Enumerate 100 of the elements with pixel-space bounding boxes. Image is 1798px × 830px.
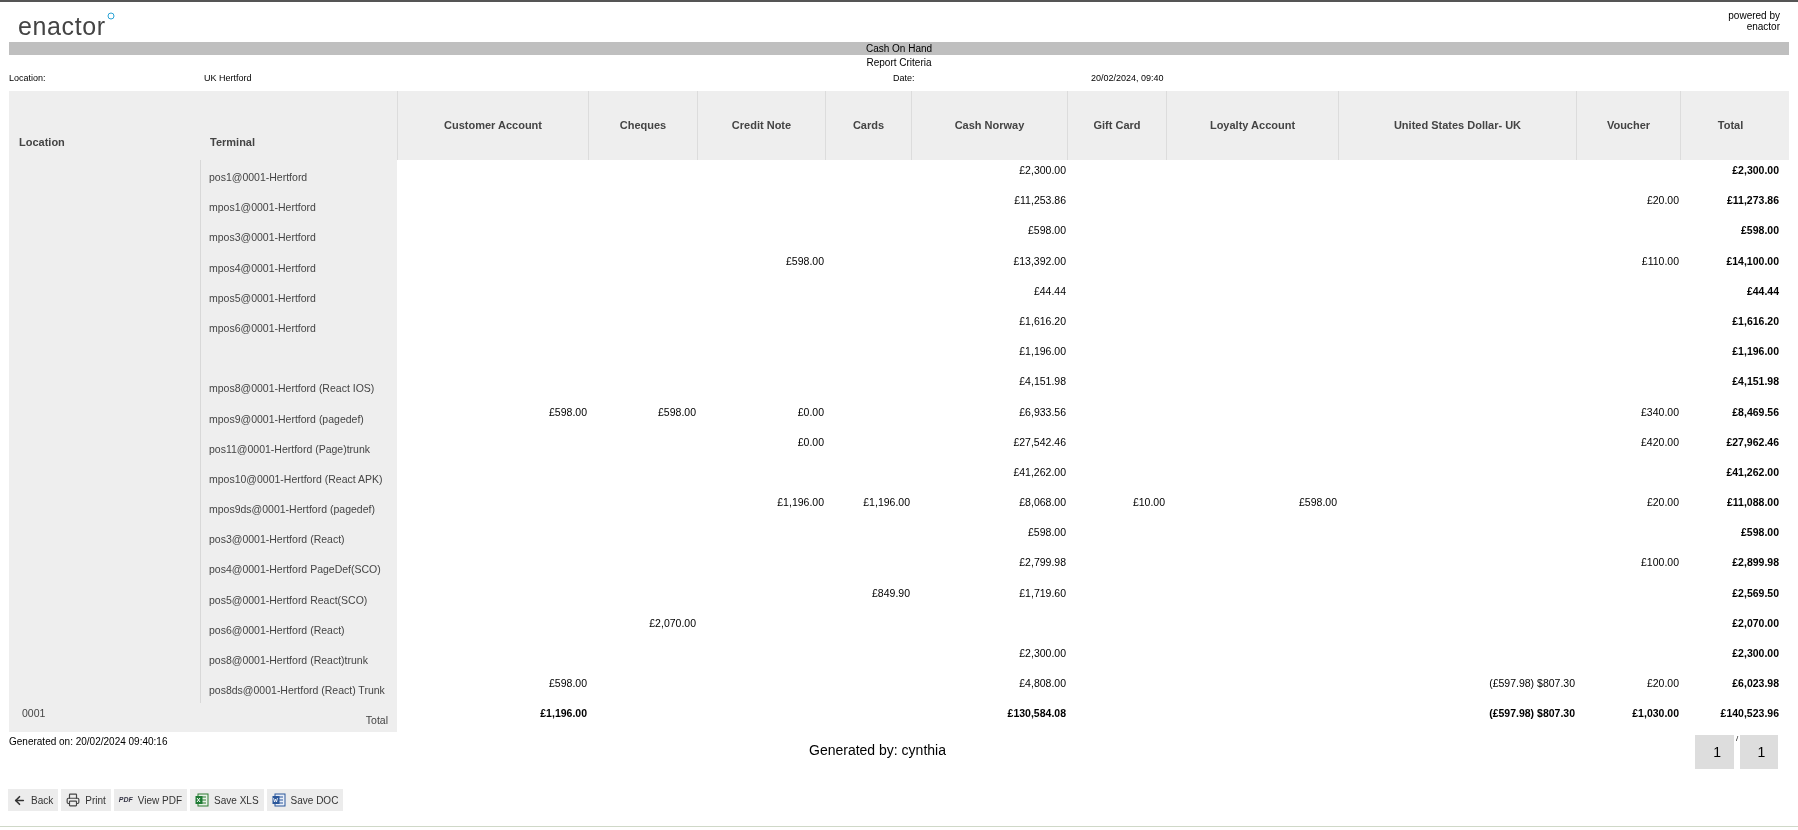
- powered-by-text: powered by: [1728, 10, 1780, 21]
- amount-cell: £41,262.00: [1726, 465, 1779, 478]
- amount-cell: £1,616.20: [1732, 314, 1779, 327]
- column-header: Cards: [825, 91, 911, 160]
- amount-cell: £27,962.46: [1726, 435, 1779, 448]
- amount-cell: £2,070.00: [649, 616, 696, 629]
- amount-cell: (£597.98) $807.30: [1489, 677, 1575, 690]
- amount-cell: £340.00: [1641, 405, 1679, 418]
- terminal-name: pos8ds@0001-Hertford (React) Trunk: [209, 684, 385, 697]
- amount-cell: £11,088.00: [1727, 496, 1779, 509]
- terminal-name: mpos8@0001-Hertford (React IOS): [209, 382, 375, 395]
- page-separator: /: [1735, 735, 1740, 744]
- amount-cell: £110.00: [1641, 254, 1679, 267]
- terminal-name: pos3@0001-Hertford (React): [209, 533, 345, 546]
- column-header: Cheques: [588, 91, 697, 160]
- amount-cell: £4,151.98: [1019, 375, 1066, 388]
- criteria-label: Location:: [9, 72, 47, 86]
- report-subtitle: Report Criteria: [866, 56, 932, 70]
- column-header: Gift Card: [1067, 91, 1166, 160]
- criteria-value: 20/02/2024, 09:40: [1091, 72, 1164, 86]
- amount-cell: £4,151.98: [1732, 375, 1779, 388]
- spreadsheet-icon: [195, 793, 210, 808]
- amount-cell: £2,799.98: [1019, 556, 1066, 569]
- terminal-name: mpos1@0001-Hertford: [209, 201, 316, 214]
- criteria-label: Date:: [893, 72, 916, 86]
- report-title: Cash On Hand: [865, 43, 933, 54]
- terminal-name: pos11@0001-Hertford (Page)trunk: [209, 442, 371, 455]
- amount-cell: £598.00: [549, 677, 587, 690]
- column-header: United States Dollar- UK: [1338, 91, 1576, 160]
- total-amount: £1,196.00: [540, 707, 587, 720]
- amount-cell: £6,023.98: [1732, 677, 1779, 690]
- column-header: Terminal: [209, 134, 257, 150]
- amount-cell: £849.90: [872, 586, 910, 599]
- toolbar-button[interactable]: Save DOC: [266, 789, 344, 812]
- amount-cell: £598.00: [658, 405, 696, 418]
- amount-cell: £2,899.98: [1732, 556, 1779, 569]
- location-code: 0001: [22, 707, 46, 720]
- amount-cell: £10.00: [1132, 496, 1165, 509]
- amount-cell: £8,469.56: [1732, 405, 1779, 418]
- terminal-name: mpos5@0001-Hertford: [209, 291, 316, 304]
- column-header: Customer Account: [397, 91, 588, 160]
- amount-cell: £420.00: [1641, 435, 1679, 448]
- amount-cell: £27,542.46: [1013, 435, 1066, 448]
- amount-cell: £2,300.00: [1019, 647, 1066, 659]
- total-pages: 1: [1740, 735, 1779, 770]
- generated-on-text: Generated on: 20/02/2024 09:40:16: [9, 735, 169, 750]
- amount-cell: £1,616.20: [1019, 314, 1066, 327]
- amount-cell: £44.44: [1746, 284, 1779, 297]
- amount-cell: £20.00: [1646, 677, 1679, 690]
- column-header: Total: [1680, 91, 1780, 160]
- criteria-value: UK Hertford: [204, 72, 252, 86]
- column-header: Loyalty Account: [1166, 91, 1338, 160]
- amount-cell: £100.00: [1641, 556, 1679, 569]
- terminal-name: pos8@0001-Hertford (React)trunk: [209, 654, 368, 666]
- amount-cell: £41,262.00: [1013, 465, 1066, 478]
- amount-cell: £598.00: [1299, 496, 1337, 509]
- amount-cell: £44.44: [1033, 284, 1066, 297]
- toolbar-button[interactable]: Print: [61, 789, 111, 812]
- back-arrow-icon: [13, 793, 26, 807]
- terminal-name: pos5@0001-Hertford React(SCO): [209, 593, 368, 606]
- amount-cell: £2,300.00: [1732, 164, 1779, 176]
- amount-cell: £1,196.00: [777, 496, 824, 509]
- amount-cell: £0.00: [797, 435, 824, 448]
- toolbar-button[interactable]: Save XLS: [190, 789, 264, 812]
- amount-cell: £0.00: [797, 405, 824, 418]
- amount-cell: £14,100.00: [1726, 254, 1779, 267]
- terminal-name: mpos4@0001-Hertford: [209, 261, 316, 274]
- powered-by-text: enactor: [1746, 21, 1780, 32]
- generated-by-text: Generated by: cynthia: [809, 741, 947, 761]
- amount-cell: £598.00: [1028, 526, 1066, 539]
- amount-cell: £2,300.00: [1732, 647, 1779, 659]
- terminal-name: pos4@0001-Hertford PageDef(SCO): [209, 563, 381, 576]
- toolbar-button[interactable]: Back: [8, 789, 59, 812]
- terminal-name: pos6@0001-Hertford (React): [209, 623, 345, 636]
- terminal-name: pos1@0001-Hertford: [209, 171, 308, 183]
- amount-cell: £1,196.00: [863, 496, 910, 509]
- terminal-name: mpos10@0001-Hertford (React APK): [209, 472, 383, 485]
- amount-cell: £13,392.00: [1013, 254, 1066, 267]
- total-amount: £130,584.08: [1007, 707, 1066, 720]
- amount-cell: £4,808.00: [1019, 677, 1066, 690]
- column-header: Credit Note: [697, 91, 825, 160]
- amount-cell: £11,253.86: [1014, 194, 1066, 207]
- amount-cell: £1,196.00: [1019, 345, 1066, 358]
- amount-cell: £2,300.00: [1019, 164, 1066, 176]
- amount-cell: £1,196.00: [1732, 345, 1779, 358]
- document-icon: [271, 793, 286, 808]
- amount-cell: £6,933.56: [1019, 405, 1066, 418]
- amount-cell: £1,719.60: [1019, 586, 1066, 599]
- column-header: Voucher: [1576, 91, 1680, 160]
- terminal-name: mpos9@0001-Hertford (pagedef): [209, 412, 364, 425]
- total-amount: £140,523.96: [1720, 707, 1779, 720]
- column-header: Cash Norway: [911, 91, 1067, 160]
- current-page: 1: [1695, 735, 1734, 770]
- total-amount: (£597.98) $807.30: [1489, 707, 1575, 720]
- amount-cell: £20.00: [1646, 496, 1679, 509]
- terminal-name: mpos3@0001-Hertford: [209, 231, 316, 244]
- printer-icon: [66, 793, 81, 808]
- amount-cell: £8,068.00: [1019, 496, 1066, 509]
- enactor-logo: enactor: [18, 13, 106, 39]
- column-header: Location: [18, 134, 66, 150]
